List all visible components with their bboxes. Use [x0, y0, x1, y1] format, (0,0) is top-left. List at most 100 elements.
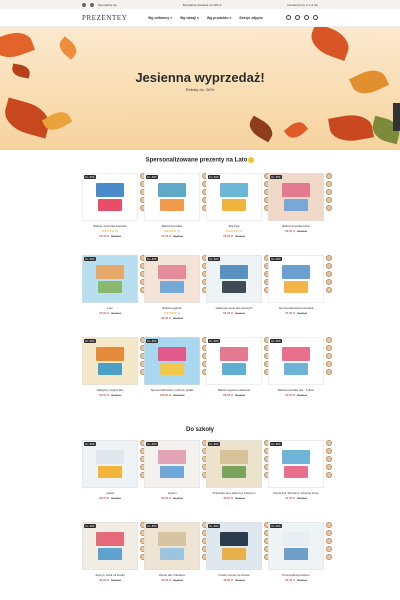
nav-item-recipient[interactable]: Wg odbiorcy ▾ [148, 16, 172, 20]
product-image[interactable]: Do -50% [206, 440, 262, 488]
avatar-option-icon[interactable] [326, 255, 332, 261]
product-card[interactable]: Do -50% Zeszyt i torba na kredki 49,00 zł 5… [82, 522, 146, 582]
product-name[interactable]: Babcia i wnuczka koszulka [82, 224, 138, 228]
product-image[interactable]: Do -50% [206, 173, 262, 221]
product-name[interactable]: Plecaczek "Pierwszy" szkolnej konto [268, 491, 324, 495]
product-card[interactable]: Do -50% Najlepszy wyjazd lato 59,00 zł 79,0… [82, 337, 146, 397]
avatar-option-icon[interactable] [326, 472, 332, 478]
avatar-option-icon[interactable] [326, 271, 332, 277]
product-card[interactable]: Do -50% Jesteś 59,00 zł 69,00 zł [82, 440, 146, 500]
product-name[interactable]: Najlepszy wyjazd lato [82, 388, 138, 392]
avatar-option-icon[interactable] [326, 197, 332, 203]
product-image[interactable]: Do -50% [268, 440, 324, 488]
account-icon[interactable] [295, 15, 300, 20]
product-name[interactable]: Babcia wyjazdu [144, 306, 200, 310]
avatar-option-icon[interactable] [326, 287, 332, 293]
avatar-option-icon[interactable] [326, 464, 332, 470]
avatar-option-icon[interactable] [326, 173, 332, 179]
product-image[interactable]: Do -50% [268, 337, 324, 385]
avatar-option-icon[interactable] [326, 263, 332, 269]
avatar-option-icon[interactable] [326, 456, 332, 462]
nav-item-product[interactable]: Wg produktu ▾ [207, 16, 231, 20]
product-image[interactable]: Do -50% [206, 337, 262, 385]
product-image[interactable]: Do -50% [144, 440, 200, 488]
product-image[interactable]: Do -50% [144, 522, 200, 570]
avatar-option-icon[interactable] [326, 369, 332, 375]
product-image[interactable]: Do -50% [206, 255, 262, 303]
product-image[interactable]: Do -50% [206, 522, 262, 570]
product-image[interactable]: Do -50% [144, 255, 200, 303]
product-name[interactable]: Mój Tata [206, 224, 262, 228]
price-new: 79,00 zł [285, 496, 296, 500]
product-card[interactable]: Do -50% Worek dla z literkami 49,00 zł 59,0… [144, 522, 208, 582]
product-card[interactable]: Do -50% Kredki i worek na obuwie 49,00 zł 5… [206, 522, 270, 582]
product-image[interactable]: Do -50% [144, 173, 200, 221]
product-card[interactable]: Do -50% Babcia wyjazdu piaskowa 69,00 zł 89… [206, 337, 270, 397]
product-name[interactable]: Babcia koszulka torba [268, 224, 324, 228]
product-card[interactable]: Do -50% Babcia koszulka torba 69,00 zł 89,0… [268, 173, 332, 233]
product-card[interactable]: Do -50% wakacyjni wodo-dla rasowych 59,00 … [206, 255, 270, 315]
product-name[interactable]: Spersonalizowany rodzinne grafiki [144, 388, 200, 392]
avatar-option-icon[interactable] [326, 530, 332, 536]
product-name[interactable]: Babcia wyjazdu piaskowa [206, 388, 262, 392]
avatar-option-icon[interactable] [326, 189, 332, 195]
avatar-option-icon[interactable] [326, 337, 332, 343]
avatar-option-icon[interactable] [326, 279, 332, 285]
product-name[interactable]: Kredki i worek na obuwie [206, 573, 262, 577]
avatar-option-icon[interactable] [326, 181, 332, 187]
product-image[interactable]: Do -50% [144, 337, 200, 385]
product-name[interactable]: Spersonalizowana koszulka [268, 306, 324, 310]
heart-icon[interactable] [304, 15, 309, 20]
nav-item-photo[interactable]: Sekcje zdjęcie [239, 16, 263, 20]
product-card[interactable]: Do -50% Jestem 59,00 zł 69,00 zł [144, 440, 208, 500]
social-icon[interactable] [82, 2, 86, 7]
product-image[interactable]: Do -50% [82, 522, 138, 570]
product-name[interactable]: Szkolnikie eko, lekko byt szkolnym [206, 491, 262, 495]
product-image[interactable]: Do -50% [268, 173, 324, 221]
product-card[interactable]: Do -50% Plecaczek "Pierwszy" szkolnej kon… [268, 440, 332, 500]
social-icon[interactable] [90, 2, 94, 7]
product-image[interactable]: Do -50% [82, 255, 138, 303]
avatar-option-icon[interactable] [326, 538, 332, 544]
product-card[interactable]: Do -50% Babcia koszulka lato - Tylkoo 79,0… [268, 337, 332, 397]
product-card[interactable]: Do -50% Spersonalizowana koszulka 79,00 zł… [268, 255, 332, 315]
product-card[interactable]: Do -50% Babcia koszulka ★★★★★ (4) 79,00 zł 9… [144, 173, 208, 238]
hero-banner[interactable]: Jesienna wyprzedaż! Rabaty do -50% [0, 27, 400, 150]
avatar-option-icon[interactable] [326, 440, 332, 446]
product-image[interactable]: Do -50% [82, 173, 138, 221]
avatar-option-icon[interactable] [326, 353, 332, 359]
product-image[interactable]: Do -50% [268, 255, 324, 303]
product-image[interactable]: Do -50% [82, 440, 138, 488]
avatar-option-icon[interactable] [326, 448, 332, 454]
avatar-option-icon[interactable] [326, 205, 332, 211]
cart-icon[interactable] [313, 15, 318, 20]
search-icon[interactable] [286, 15, 291, 20]
product-image[interactable]: Do -50% [268, 522, 324, 570]
product-name[interactable]: Worek dla z literkami [144, 573, 200, 577]
avatar-option-icon[interactable] [326, 522, 332, 528]
product-card[interactable]: Do -50% Szkolnikie eko, lekko byt szkolny… [206, 440, 270, 500]
product-name[interactable]: Jesteś [82, 491, 138, 495]
avatar-option-icon[interactable] [326, 554, 332, 560]
product-card[interactable]: Do -50% Personalizacja bidonu 59,00 zł 69,0… [268, 522, 332, 582]
product-card[interactable]: Do -50% Babcia i wnuczka koszulka ★★★★★ (5… [82, 173, 146, 238]
product-name[interactable]: Personalizacja bidonu [268, 573, 324, 577]
site-logo[interactable]: PREZENTEY [82, 14, 144, 22]
product-name[interactable]: Lato [82, 306, 138, 310]
avatar-option-icon[interactable] [326, 546, 332, 552]
contact-link[interactable]: Skontaktuj się [98, 3, 117, 7]
product-image[interactable]: Do -50% [82, 337, 138, 385]
product-card[interactable]: Do -50% Babcia wyjazdu ★★★★★ (2) 69,00 zł 89… [144, 255, 208, 320]
product-card[interactable]: Do -50% Lato 79,00 zł 99,00 zł [82, 255, 146, 315]
product-name[interactable]: Babcia koszulka lato - Tylkoo [268, 388, 324, 392]
product-card[interactable]: Do -50% Spersonalizowany rodzinne grafiki… [144, 337, 208, 397]
nav-item-occasion[interactable]: Wg okazji ▾ [180, 16, 199, 20]
avatar-option-icon[interactable] [326, 345, 332, 351]
product-name[interactable]: wakacyjni wodo-dla rasowych [206, 306, 262, 310]
avatar-option-icon[interactable] [326, 361, 332, 367]
product-name[interactable]: Jestem [144, 491, 200, 495]
product-card[interactable]: Do -50% Mój Tata ★★★★★ (3) 79,00 zł 99,00 zł [206, 173, 270, 238]
side-feedback-tab[interactable] [393, 103, 400, 131]
product-name[interactable]: Zeszyt i torba na kredki [82, 573, 138, 577]
product-name[interactable]: Babcia koszulka [144, 224, 200, 228]
